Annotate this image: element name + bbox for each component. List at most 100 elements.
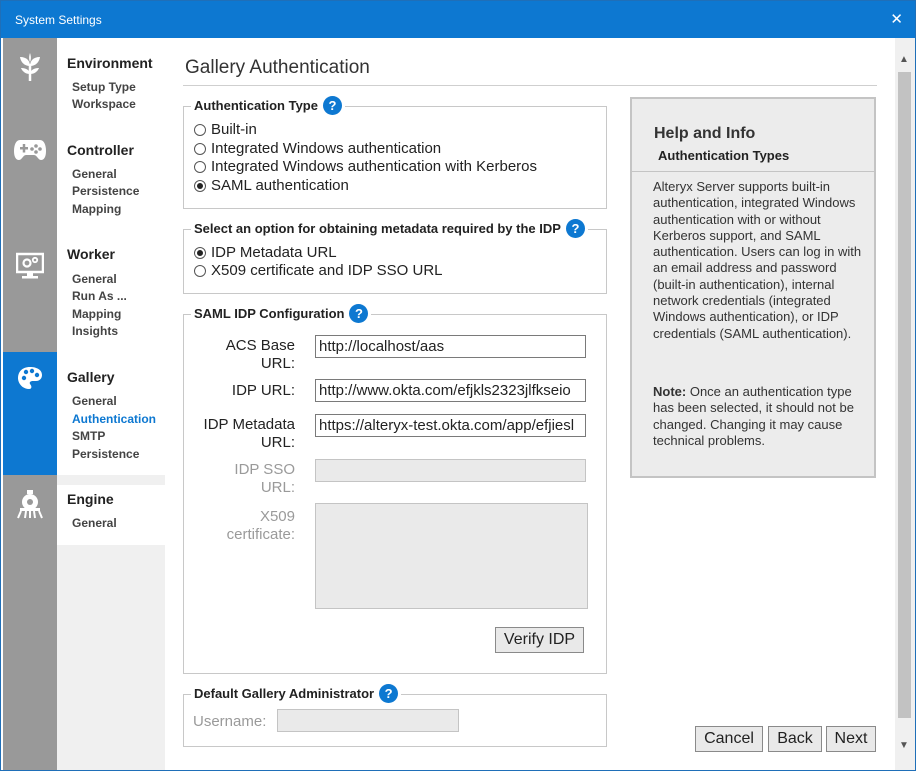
monitor-gear-icon (16, 252, 44, 279)
help-note-label: Note: (653, 384, 687, 399)
radio-idp-metadata-url-label: IDP Metadata URL (211, 244, 337, 261)
nav-group-environment: Environment Setup Type Workspace (57, 38, 165, 133)
nav-item-worker-run-as[interactable]: Run As ... (72, 289, 127, 303)
x509-certificate-textarea[interactable] (315, 503, 588, 609)
auth-type-legend-text: Authentication Type (194, 98, 318, 113)
nav-item-engine-general[interactable]: General (72, 516, 117, 530)
nav-item-controller-mapping[interactable]: Mapping (72, 202, 121, 216)
x509-certificate-label: X509 certificate: (189, 508, 295, 544)
section-icon-rail (3, 38, 57, 770)
nav-item-controller-general[interactable]: General (72, 167, 117, 181)
nav-item-gallery-general[interactable]: General (72, 394, 117, 408)
idp-sso-url-label-line1: IDP SSO (234, 461, 295, 478)
leaf-icon (20, 53, 40, 81)
radio-integrated-windows-circle[interactable] (194, 142, 206, 155)
verify-idp-button[interactable]: Verify IDP (495, 627, 584, 653)
nav-heading-engine: Engine (67, 491, 114, 507)
help-subtitle: Authentication Types (658, 148, 790, 163)
radio-integrated-windows-label: Integrated Windows authentication (211, 140, 442, 157)
settings-nav: Environment Setup Type Workspace Control… (57, 38, 165, 770)
vertical-scrollbar[interactable]: ▲ ▼ (895, 38, 915, 770)
saml-config-legend-text: SAML IDP Configuration (194, 306, 345, 321)
radio-windows-kerberos-label: Integrated Windows authentication with K… (211, 158, 538, 175)
palette-icon (18, 367, 42, 389)
radio-built-in[interactable]: Built-in (194, 121, 257, 138)
nav-item-controller-persistence[interactable]: Persistence (72, 184, 139, 198)
acs-base-url-label-line1: ACS Base (225, 337, 295, 354)
nav-item-gallery-smtp[interactable]: SMTP (72, 429, 105, 443)
nav-item-workspace[interactable]: Workspace (72, 97, 136, 111)
nav-item-gallery-authentication[interactable]: Authentication (72, 412, 156, 426)
radio-saml[interactable]: SAML authentication (194, 177, 349, 194)
idp-url-input[interactable] (315, 379, 586, 402)
nav-heading-gallery: Gallery (67, 369, 115, 385)
nav-group-worker: Worker General Run As ... Mapping Insigh… (57, 238, 165, 352)
back-button[interactable]: Back (768, 726, 822, 752)
rail-worker[interactable] (3, 238, 57, 352)
scroll-thumb[interactable] (898, 72, 911, 718)
radio-built-in-label: Built-in (211, 121, 257, 138)
engine-icon (17, 490, 43, 519)
idp-metadata-url-label-line1: IDP Metadata (203, 416, 295, 433)
radio-saml-circle[interactable] (194, 179, 206, 192)
acs-base-url-label: ACS Base URL: (189, 337, 295, 373)
default-admin-legend-text: Default Gallery Administrator (194, 686, 375, 701)
cancel-button[interactable]: Cancel (695, 726, 763, 752)
nav-item-worker-general[interactable]: General (72, 272, 117, 286)
nav-group-controller: Controller General Persistence Mapping (57, 133, 165, 238)
rail-controller[interactable] (3, 133, 57, 238)
rail-gallery[interactable] (3, 352, 57, 475)
x509-certificate-label-line2: certificate: (226, 526, 295, 543)
radio-x509-sso[interactable]: X509 certificate and IDP SSO URL (194, 262, 443, 279)
radio-x509-sso-label: X509 certificate and IDP SSO URL (211, 262, 443, 279)
nav-item-gallery-persistence[interactable]: Persistence (72, 447, 139, 461)
help-divider (632, 171, 874, 172)
rail-environment[interactable] (3, 38, 57, 133)
page-title: Gallery Authentication (185, 57, 370, 78)
radio-windows-kerberos[interactable]: Integrated Windows authentication with K… (194, 158, 537, 175)
next-button[interactable]: Next (826, 726, 876, 752)
radio-windows-kerberos-circle[interactable] (194, 160, 206, 173)
gamepad-icon (14, 140, 46, 160)
help-note: Note: Once an authentication type has be… (653, 384, 863, 449)
acs-base-url-label-line2: URL: (260, 355, 295, 372)
username-input[interactable] (277, 709, 459, 732)
saml-config-legend: SAML IDP Configuration ? (191, 304, 372, 323)
title-divider (183, 85, 877, 86)
idp-url-label: IDP URL: (231, 382, 295, 399)
nav-item-worker-mapping[interactable]: Mapping (72, 307, 121, 321)
metadata-option-legend-text: Select an option for obtaining metadata … (194, 221, 561, 236)
rail-engine[interactable] (3, 475, 57, 535)
nav-heading-worker: Worker (67, 246, 115, 262)
saml-help-icon[interactable]: ? (349, 304, 369, 323)
nav-group-gallery: Gallery General Authentication SMTP Pers… (57, 352, 165, 475)
idp-sso-url-label-line2: URL: (260, 479, 295, 496)
radio-integrated-windows[interactable]: Integrated Windows authentication (194, 140, 441, 157)
idp-metadata-url-label-line2: URL: (260, 434, 295, 451)
scroll-down-icon[interactable]: ▼ (899, 740, 909, 751)
nav-item-setup-type[interactable]: Setup Type (72, 80, 136, 94)
radio-saml-label: SAML authentication (211, 177, 349, 194)
radio-x509-sso-circle[interactable] (194, 264, 206, 277)
radio-idp-metadata-url-circle[interactable] (194, 246, 206, 259)
radio-idp-metadata-url[interactable]: IDP Metadata URL (194, 244, 337, 261)
radio-built-in-circle[interactable] (194, 123, 206, 136)
metadata-option-legend: Select an option for obtaining metadata … (191, 219, 588, 238)
idp-sso-url-input[interactable] (315, 459, 586, 482)
auth-type-help-icon[interactable]: ? (322, 96, 342, 115)
default-admin-legend: Default Gallery Administrator ? (191, 684, 402, 703)
nav-item-worker-insights[interactable]: Insights (72, 324, 118, 338)
nav-heading-controller: Controller (67, 142, 134, 158)
username-label: Username: (193, 713, 267, 730)
idp-metadata-url-input[interactable] (315, 414, 586, 437)
scroll-up-icon[interactable]: ▲ (899, 54, 909, 65)
metadata-help-icon[interactable]: ? (565, 219, 585, 238)
help-info-panel: Help and Info Authentication Types Alter… (630, 97, 876, 478)
auth-type-legend: Authentication Type ? (191, 96, 345, 115)
acs-base-url-input[interactable] (315, 335, 586, 358)
close-icon[interactable]: ✕ (890, 10, 903, 28)
help-body-text: Alteryx Server supports built-in authent… (653, 179, 862, 341)
help-title: Help and Info (654, 125, 756, 142)
default-admin-help-icon[interactable]: ? (379, 684, 399, 703)
idp-sso-url-label: IDP SSO URL: (189, 461, 295, 497)
